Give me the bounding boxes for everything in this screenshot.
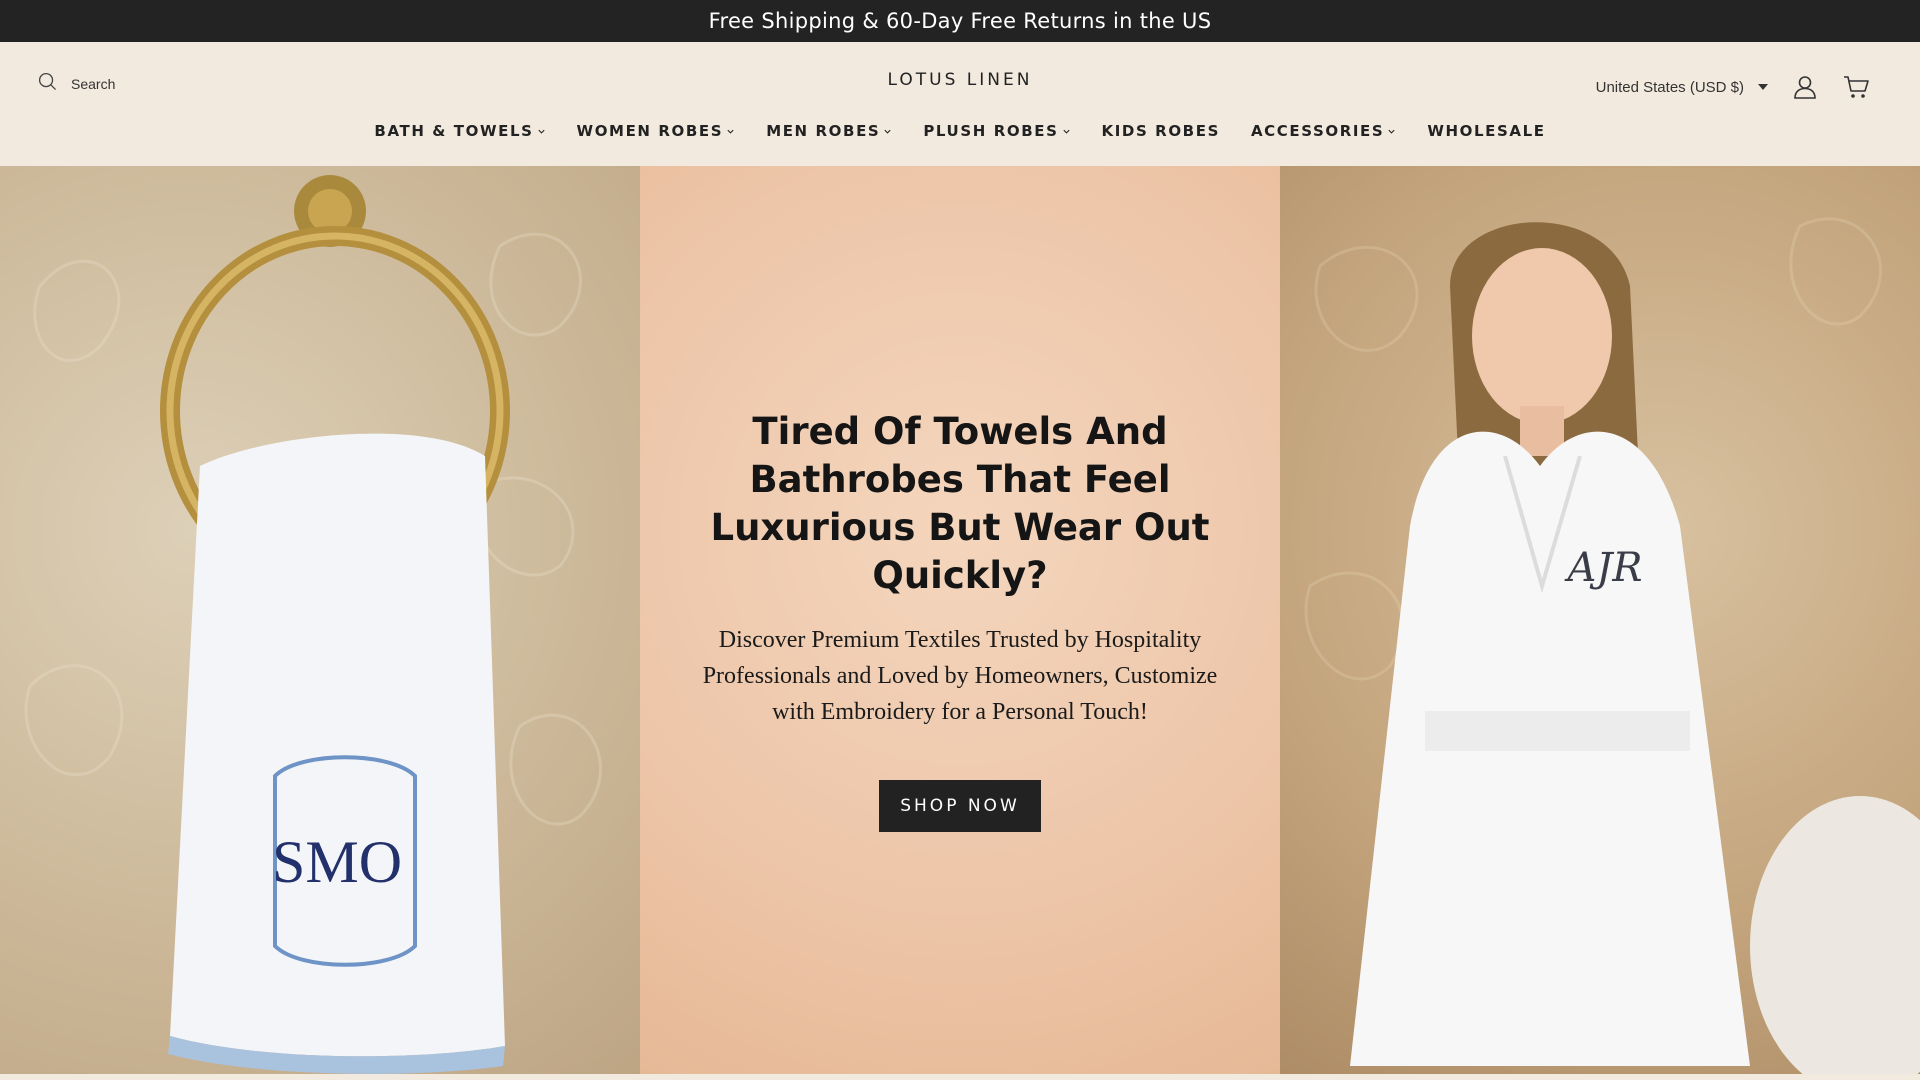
towel-illustration: SMO [24, 175, 602, 1074]
nav-item-women-robes[interactable]: WOMEN ROBES [577, 122, 736, 140]
hero-image-robe: AJR [1280, 166, 1920, 1074]
hero-content: Tired Of Towels And Bathrobes That Feel … [640, 166, 1280, 1074]
chevron-down-icon [537, 129, 545, 134]
country-selector[interactable]: United States (USD $) [1596, 79, 1768, 96]
country-label: United States (USD $) [1595, 78, 1744, 96]
nav-item-kids-robes[interactable]: KIDS ROBES [1102, 122, 1220, 140]
chevron-down-icon [884, 129, 891, 134]
hero-title: Tired Of Towels And Bathrobes That Feel … [710, 410, 1210, 597]
hero-subtitle: Discover Premium Textiles Trusted by Hos… [702, 627, 1218, 725]
hero-image-towel: SMO [0, 166, 640, 1074]
nav-item-label: WOMEN ROBES [576, 122, 724, 140]
nav-item-label: BATH & TOWELS [374, 122, 534, 140]
nav-item-accessories[interactable]: ACCESSORIES [1251, 122, 1396, 140]
nav-item-label: KIDS ROBES [1101, 122, 1220, 140]
nav-item-label: WHOLESALE [1427, 122, 1546, 140]
announcement-bar: Free Shipping & 60-Day Free Returns in t… [0, 0, 1920, 42]
robe-monogram: AJR [1563, 545, 1642, 591]
header-tools: United States (USD $) [1596, 74, 1870, 100]
nav-item-bath-towels[interactable]: BATH & TOWELS [374, 122, 545, 140]
bottom-strip [0, 1074, 1920, 1080]
nav-item-label: MEN ROBES [766, 122, 881, 140]
announcement-text: Free Shipping & 60-Day Free Returns in t… [708, 9, 1212, 33]
chevron-down-icon [1388, 129, 1395, 134]
main-nav: BATH & TOWELS WOMEN ROBES MEN ROBES PLUS… [0, 122, 1920, 140]
nav-item-label: ACCESSORIES [1250, 122, 1385, 140]
towel-monogram: SMO [272, 829, 402, 895]
nav-item-label: PLUSH ROBES [923, 122, 1059, 140]
hero-banner: SMO Tired Of Towels And Bathrobes That F… [0, 166, 1920, 1074]
shop-now-button[interactable]: SHOP NOW [879, 780, 1041, 832]
robe-illustration: AJR [1304, 217, 1920, 1074]
cart-icon[interactable] [1842, 74, 1870, 100]
chevron-down-icon [1062, 129, 1070, 134]
chevron-down-icon [727, 129, 734, 134]
user-icon[interactable] [1792, 74, 1818, 100]
nav-item-wholesale[interactable]: WHOLESALE [1427, 122, 1545, 140]
nav-item-men-robes[interactable]: MEN ROBES [766, 122, 892, 140]
nav-item-plush-robes[interactable]: PLUSH ROBES [923, 122, 1070, 140]
site-header: Search LOTUS LINEN United States (USD $)… [0, 42, 1920, 166]
caret-down-icon [1758, 84, 1768, 90]
